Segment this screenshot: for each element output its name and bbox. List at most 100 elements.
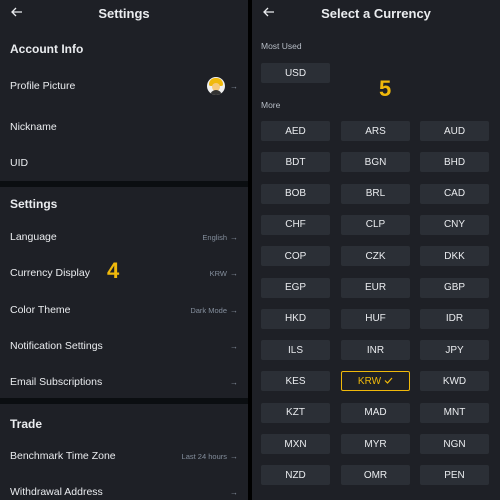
currency-option-brl[interactable]: BRL [341,183,410,204]
currency-code: MXN [284,438,307,450]
currency-header: Select a Currency [252,0,500,26]
page-title: Select a Currency [321,5,431,21]
section-divider [0,181,248,187]
currency-option-ars[interactable]: ARS [341,121,410,141]
currency-option-cop[interactable]: COP [261,246,330,267]
currency-option-bgn[interactable]: BGN [341,152,410,173]
currency-option-aed[interactable]: AED [261,121,330,141]
settings-row-profile-picture[interactable]: Profile Picture → [0,72,248,100]
currency-option-gbp[interactable]: GBP [420,277,489,298]
section-heading: Settings [10,197,58,211]
settings-row-currency-display[interactable]: Currency Display KRW → [0,259,248,287]
currency-code: KWD [442,375,467,387]
currency-option-mad[interactable]: MAD [341,402,410,423]
section-divider [0,398,248,404]
currency-code: CNY [443,219,466,231]
settings-row-label: Withdrawal Address [10,486,103,498]
currency-code: PEN [444,469,465,481]
settings-header: Settings [0,0,248,26]
currency-code: IDR [445,313,464,325]
settings-row-label: Email Subscriptions [10,376,103,388]
currency-option-aud[interactable]: AUD [420,121,489,141]
currency-option-kes[interactable]: KES [261,371,330,392]
currency-option-dkk[interactable]: DKK [420,246,489,267]
currency-option-myr[interactable]: MYR [341,434,410,454]
arrow-right-icon: → [230,487,238,497]
currency-code: OMR [363,469,388,481]
back-button[interactable] [260,3,278,21]
currency-code: CHF [285,219,306,231]
currency-option-czk[interactable]: CZK [341,246,410,267]
back-button[interactable] [8,3,26,21]
currency-code: ILS [287,344,303,356]
currency-option-kzt[interactable]: KZT [261,402,330,423]
settings-row-email-subscriptions[interactable]: Email Subscriptions → [0,368,248,396]
settings-row-value: KRW [209,268,227,278]
currency-option-krw[interactable]: KRW [341,371,410,392]
arrow-right-icon: → [230,377,238,387]
settings-row-notification-settings[interactable]: Notification Settings → [0,332,248,360]
currency-option-chf[interactable]: CHF [261,214,330,235]
currency-code: CLP [365,219,386,231]
currency-option-hkd[interactable]: HKD [261,308,330,329]
currency-option-bhd[interactable]: BHD [420,152,489,173]
currency-code: COP [284,250,307,262]
currency-code: GBP [443,282,466,293]
currency-option-bob[interactable]: BOB [261,183,330,204]
page-title: Settings [98,5,150,21]
settings-row-uid[interactable]: UID [0,149,248,177]
currency-option-ngn[interactable]: NGN [420,434,489,454]
currency-option-egp[interactable]: EGP [261,277,330,298]
settings-row-language[interactable]: Language English → [0,223,248,251]
step-marker: 5 [379,76,392,101]
currency-option-mnt[interactable]: MNT [420,402,489,423]
arrow-left-icon [11,7,22,17]
currency-code: NGN [443,438,466,450]
settings-row-label: Benchmark Time Zone [10,450,116,462]
currency-code: INR [366,344,385,356]
currency-option-bdt[interactable]: BDT [261,152,330,173]
settings-row-label: UID [10,157,29,169]
settings-screen: Settings Account Info Profile Picture → Nic… [0,0,248,500]
settings-row-nickname[interactable]: Nickname [0,113,248,141]
currency-option-jpy[interactable]: JPY [420,340,489,361]
arrow-left-icon [263,7,274,17]
currency-option-inr[interactable]: INR [341,340,410,361]
currency-code: BDT [285,156,306,168]
currency-option-pen[interactable]: PEN [420,465,489,486]
currency-option-nzd[interactable]: NZD [261,465,330,486]
settings-row-value: Last 24 hours [181,451,227,461]
currency-option-huf[interactable]: HUF [341,308,410,329]
currency-option-ils[interactable]: ILS [261,340,330,361]
currency-option-eur[interactable]: EUR [341,277,410,298]
settings-row-withdrawal-address[interactable]: Withdrawal Address → [0,478,248,500]
currency-option-clp[interactable]: CLP [341,214,410,235]
currency-code: NZD [285,469,306,481]
currency-code: ARS [365,125,386,137]
settings-row-value: English [202,232,227,242]
currency-option-usd[interactable]: USD [261,63,330,83]
settings-row-label: Nickname [10,121,57,133]
step-marker: 4 [107,258,120,283]
currency-code: CAD [443,188,466,200]
more-label: More [261,100,281,110]
currency-code: MNT [443,407,466,419]
settings-row-color-theme[interactable]: Color Theme Dark Mode → [0,296,248,324]
currency-option-cny[interactable]: CNY [420,214,489,235]
check-icon [384,376,393,386]
arrow-right-icon: → [230,341,238,351]
currency-option-mxn[interactable]: MXN [261,434,330,454]
currency-option-kwd[interactable]: KWD [420,371,489,392]
currency-option-omr[interactable]: OMR [341,465,410,486]
currency-code: JPY [445,344,464,356]
arrow-right-icon: → [230,451,238,461]
arrow-right-icon: → [230,268,238,278]
currency-code: DKK [444,250,465,262]
currency-screen: Select a Currency Most Used USD More AED… [252,0,500,500]
currency-option-cad[interactable]: CAD [420,183,489,204]
currency-code: BRL [365,188,386,200]
settings-row-benchmark-time-zone[interactable]: Benchmark Time Zone Last 24 hours → [0,442,248,470]
currency-code: KZT [286,407,305,419]
currency-option-idr[interactable]: IDR [420,308,489,329]
settings-row-label: Color Theme [10,304,71,316]
